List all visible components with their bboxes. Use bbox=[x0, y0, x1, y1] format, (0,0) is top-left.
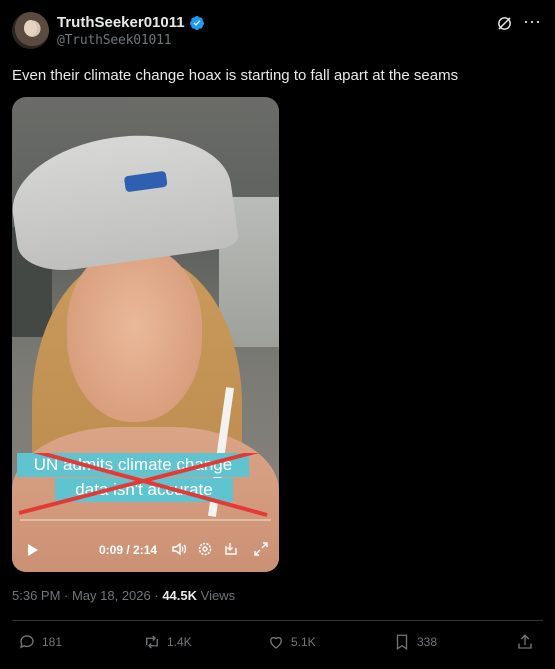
progress-bar[interactable] bbox=[20, 519, 271, 521]
repost-count: 1.4K bbox=[167, 635, 192, 649]
video-caption: UN admits climate change data isn't accu… bbox=[17, 453, 271, 517]
avatar[interactable] bbox=[12, 12, 49, 49]
cap-logo bbox=[123, 170, 168, 193]
action-bar: 181 1.4K 5.1K 338 bbox=[0, 633, 555, 657]
verified-badge-icon bbox=[189, 15, 204, 30]
like-button[interactable]: 5.1K bbox=[267, 633, 316, 651]
red-cross-mark bbox=[18, 453, 268, 517]
bookmark-icon bbox=[396, 634, 408, 651]
reply-button[interactable]: 181 bbox=[18, 633, 62, 651]
video-player[interactable]: UN admits climate change data isn't accu… bbox=[12, 97, 279, 572]
download-icon[interactable] bbox=[223, 541, 239, 557]
play-icon[interactable] bbox=[27, 544, 39, 556]
like-heart-icon bbox=[270, 636, 282, 649]
grok-icon[interactable] bbox=[496, 15, 513, 32]
settings-gear-icon[interactable] bbox=[197, 541, 213, 557]
post-meta: 5:36 PM · May 18, 2026 · 44.5K Views bbox=[12, 588, 235, 603]
divider bbox=[12, 620, 543, 621]
display-name[interactable]: TruthSeeker01011 bbox=[57, 14, 185, 31]
more-options-icon[interactable]: ··· bbox=[523, 12, 541, 30]
timestamp[interactable]: 5:36 PM · May 18, 2026 bbox=[12, 588, 151, 603]
cap bbox=[12, 122, 240, 277]
post-header: TruthSeeker01011 @TruthSeek01011 ··· bbox=[12, 12, 543, 52]
bookmark-count: 338 bbox=[417, 635, 438, 649]
face bbox=[67, 247, 202, 422]
bookmark-button[interactable]: 338 bbox=[393, 633, 437, 651]
fullscreen-icon[interactable] bbox=[253, 541, 269, 557]
views-label: Views bbox=[200, 588, 236, 603]
handle[interactable]: @TruthSeek01011 bbox=[57, 33, 172, 48]
name-row: TruthSeeker01011 bbox=[57, 14, 205, 31]
video-time: 0:09 / 2:14 bbox=[99, 543, 158, 557]
video-controls: 0:09 / 2:14 bbox=[12, 514, 279, 572]
volume-icon[interactable] bbox=[171, 541, 187, 557]
post-text: Even their climate change hoax is starti… bbox=[12, 67, 459, 84]
reply-icon bbox=[19, 635, 34, 649]
views-count: 44.5K bbox=[162, 588, 198, 603]
repost-button[interactable]: 1.4K bbox=[143, 633, 192, 651]
like-count: 5.1K bbox=[291, 635, 316, 649]
repost-icon bbox=[146, 635, 158, 649]
reply-count: 181 bbox=[42, 635, 63, 649]
share-icon[interactable] bbox=[516, 633, 534, 651]
